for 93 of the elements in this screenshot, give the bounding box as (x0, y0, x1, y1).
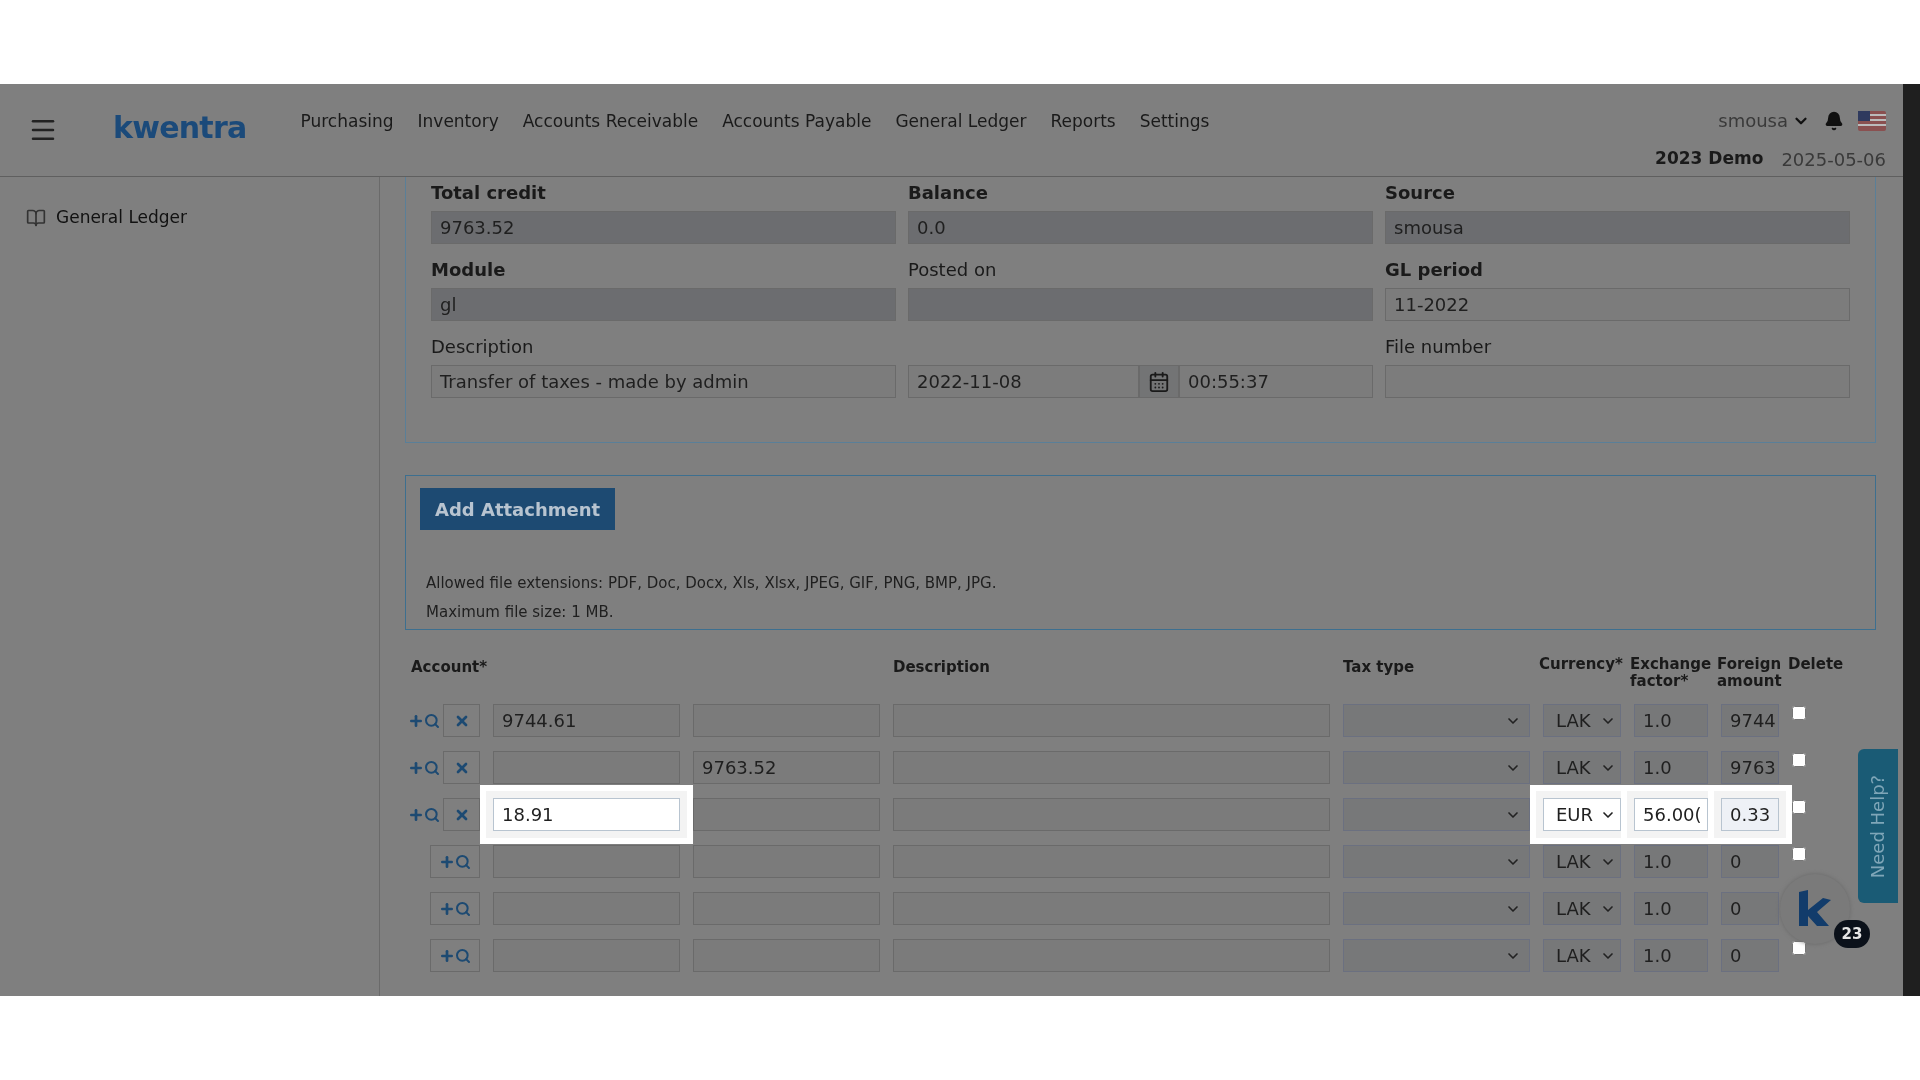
scrollbar[interactable] (1903, 84, 1920, 996)
add-search-button[interactable] (430, 892, 480, 925)
currency-select[interactable]: LAK (1543, 751, 1621, 784)
logo[interactable]: kwentra (113, 104, 247, 150)
field-label: File number (1385, 335, 1493, 357)
exchange-field[interactable]: 1.0 (1634, 751, 1708, 784)
field-label: Balance (908, 181, 989, 203)
plus-icon (408, 759, 424, 776)
column-header: Account* (410, 657, 489, 678)
tax-type-select[interactable] (1343, 751, 1530, 784)
nav-link[interactable]: Accounts Receivable (522, 109, 699, 135)
credit-field[interactable] (693, 798, 880, 831)
search-icon (424, 759, 440, 776)
debit-field[interactable]: 9744.61 (493, 704, 680, 737)
plus-icon (439, 947, 455, 964)
clear-button[interactable] (443, 798, 480, 831)
column-header: Tax type (1343, 657, 1416, 678)
exchange-field[interactable]: 1.0 (1634, 704, 1708, 737)
nav-link[interactable]: Settings (1139, 109, 1210, 135)
clear-button[interactable] (443, 751, 480, 784)
plus-icon (439, 900, 455, 917)
nav-link[interactable]: Purchasing (300, 109, 394, 135)
tax-type-select[interactable] (1343, 704, 1530, 737)
delete-checkbox[interactable] (1792, 800, 1806, 814)
exchange-field[interactable]: 1.0 (1634, 892, 1708, 925)
currency-select[interactable]: LAK (1543, 704, 1621, 737)
currency-select[interactable]: LAK (1543, 892, 1621, 925)
field-label: GL period (1385, 258, 1484, 280)
nav-link[interactable]: Accounts Payable (722, 109, 872, 135)
foreign-amount-field: 0 (1721, 845, 1779, 878)
foreign-amount-field: 9763 (1721, 751, 1779, 784)
text-field[interactable]: 11-2022 (1385, 288, 1850, 321)
add-search-button[interactable] (430, 845, 480, 878)
delete-checkbox[interactable] (1792, 706, 1806, 720)
need-help-tab[interactable]: Need Help? (1858, 749, 1898, 903)
exchange-field[interactable]: 1.0 (1634, 845, 1708, 878)
user-menu[interactable]: smousa (1718, 107, 1810, 134)
logo-icon (1797, 890, 1833, 928)
foreign-amount-field: 9744 (1721, 704, 1779, 737)
ledger-icon (26, 207, 46, 228)
credit-field[interactable]: 9763.52 (693, 751, 880, 784)
tax-type-select[interactable] (1343, 892, 1530, 925)
tax-type-select[interactable] (1343, 939, 1530, 972)
nav-link[interactable]: Inventory (417, 109, 499, 135)
text-field[interactable]: Transfer of taxes - made by admin (431, 365, 896, 398)
column-header: Exchange factor* (1630, 656, 1712, 690)
foreign-amount-field: 0 (1721, 892, 1779, 925)
field-label: Description (431, 335, 535, 357)
field-label: Total credit (431, 181, 547, 203)
column-header: Delete (1788, 656, 1845, 673)
search-icon (424, 806, 440, 823)
exchange-field[interactable]: 1.0 (1634, 939, 1708, 972)
column-header: Foreign amount (1717, 656, 1783, 690)
help-text: Maximum file size: 1 MB. (425, 601, 615, 623)
delete-checkbox[interactable] (1792, 941, 1806, 955)
add-attachment-button[interactable]: Add Attachment (420, 488, 616, 530)
search-icon (455, 900, 471, 917)
delete-checkbox[interactable] (1792, 847, 1806, 861)
nav-link[interactable]: Reports (1050, 109, 1116, 135)
foreign-amount-field: 0 (1721, 939, 1779, 972)
currency-select[interactable]: LAK (1543, 845, 1621, 878)
debit-field[interactable] (493, 845, 680, 878)
field-label: Module (431, 258, 507, 280)
column-header: Description (893, 657, 992, 678)
current-date: 2025-05-06 (1781, 148, 1886, 172)
debit-field[interactable] (493, 751, 680, 784)
search-icon (424, 712, 440, 729)
field-label: Posted on (908, 258, 998, 280)
field-label: Source (1385, 181, 1456, 203)
search-icon (455, 853, 471, 870)
tax-type-select[interactable] (1343, 845, 1530, 878)
tax-type-select[interactable] (1343, 798, 1530, 831)
clear-button[interactable] (443, 704, 480, 737)
bell-icon[interactable] (1824, 110, 1844, 131)
date-field[interactable]: 2022-11-08 (908, 365, 1139, 398)
plus-icon (408, 806, 424, 823)
plus-icon (408, 712, 424, 729)
credit-field[interactable] (693, 845, 880, 878)
sidebar-item[interactable]: General Ledger (26, 205, 346, 231)
delete-checkbox[interactable] (1792, 753, 1806, 767)
currency-select[interactable]: LAK (1543, 939, 1621, 972)
calendar-button[interactable] (1139, 365, 1179, 398)
time-field[interactable]: 00:55:37 (1179, 365, 1373, 398)
company-name: 2023 Demo (1655, 147, 1764, 170)
notification-badge: 23 (1834, 920, 1870, 948)
column-header: Currency* (1539, 656, 1624, 673)
add-search-button[interactable] (430, 939, 480, 972)
help-text: Allowed file extensions: PDF, Doc, Docx, Xls, Xlsx, JPEG, GIF, PNG, BMP, JPG. (425, 573, 998, 594)
plus-icon (439, 853, 455, 870)
calendar-icon (1148, 370, 1170, 393)
flag-icon[interactable] (1858, 110, 1886, 131)
search-icon (455, 947, 471, 964)
nav-link[interactable]: General Ledger (895, 109, 1027, 135)
